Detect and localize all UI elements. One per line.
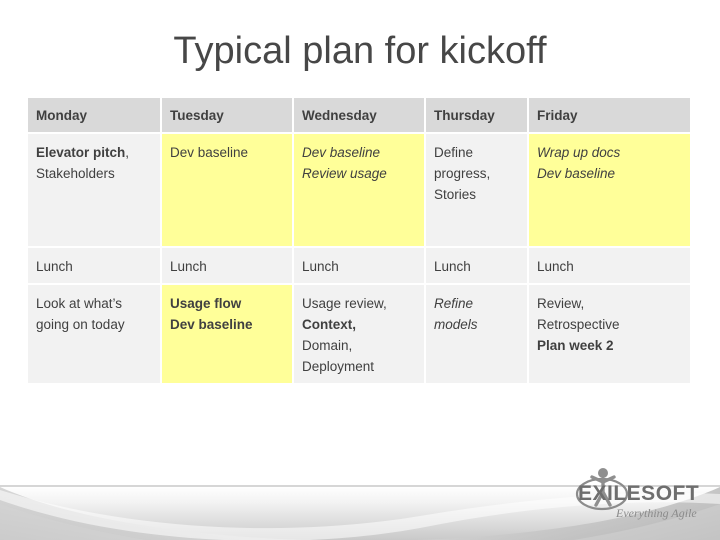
exilesoft-logo: EXILESOFT Everything Agile xyxy=(568,464,708,526)
cell-text: Dev baseline xyxy=(302,145,381,160)
weekly-plan-table: Monday Tuesday Wednesday Thursday Friday… xyxy=(26,96,692,385)
cell-text: Lunch xyxy=(434,259,471,274)
table-cell: Review, Retrospective Plan week 2 xyxy=(529,285,690,383)
cell-text: Wrap up docs xyxy=(537,145,621,160)
cell-line: Look at what’s going on today xyxy=(36,293,154,335)
cell-text: Usage flow xyxy=(170,296,242,311)
table-cell: Lunch xyxy=(162,248,292,283)
table-cell: Look at what’s going on today xyxy=(28,285,160,383)
cell-line: Refine xyxy=(434,293,521,314)
cell-line: Lunch xyxy=(36,256,154,277)
cell-text: Dev baseline xyxy=(170,145,249,160)
cell-line: Dev baseline xyxy=(537,163,684,184)
cell-text: Elevator pitch xyxy=(36,145,126,160)
cell-line: Retrospective xyxy=(537,314,684,335)
table-cell: Lunch xyxy=(426,248,527,283)
table-cell: Lunch xyxy=(28,248,160,283)
table-cell: Wrap up docs Dev baseline xyxy=(529,134,690,246)
cell-text: , xyxy=(125,145,130,160)
table-cell: Define progress, Stories xyxy=(426,134,527,246)
cell-line: models xyxy=(434,314,521,335)
cell-text: Refine xyxy=(434,296,474,311)
table-body: Elevator pitch, Stakeholders Dev baseline D… xyxy=(28,134,690,383)
table-cell: Lunch xyxy=(294,248,424,283)
cell-line: Lunch xyxy=(170,256,286,277)
cell-line: Stories xyxy=(434,184,521,205)
table-row: Elevator pitch, Stakeholders Dev baseline D… xyxy=(28,134,690,246)
cell-line: Lunch xyxy=(537,256,684,277)
table-cell: Lunch xyxy=(529,248,690,283)
cell-text: Look at what’s going on today xyxy=(36,296,125,332)
column-header-wednesday: Wednesday xyxy=(294,98,424,132)
table-cell: Usage review, Context, Domain, Deployment xyxy=(294,285,424,383)
table-cell: Refine models xyxy=(426,285,527,383)
cell-text: Stories xyxy=(434,187,477,202)
column-header-thursday: Thursday xyxy=(426,98,527,132)
logo-tagline: Everything Agile xyxy=(615,506,697,520)
cell-line: Context, xyxy=(302,314,418,335)
cell-line: Stakeholders xyxy=(36,163,154,184)
cell-text: Plan week 2 xyxy=(537,338,614,353)
table-cell: Elevator pitch, Stakeholders xyxy=(28,134,160,246)
cell-line: Usage review, xyxy=(302,293,418,314)
cell-line: Wrap up docs xyxy=(537,142,684,163)
cell-text: Lunch xyxy=(302,259,339,274)
cell-line: Review usage xyxy=(302,163,418,184)
cell-text: Define progress, xyxy=(434,145,491,181)
cell-line: Lunch xyxy=(434,256,521,277)
cell-text: Stakeholders xyxy=(36,166,115,181)
table-cell: Dev baseline Review usage xyxy=(294,134,424,246)
cell-text: Dev baseline xyxy=(537,166,616,181)
cell-text: Review, xyxy=(537,296,585,311)
cell-text: models xyxy=(434,317,478,332)
cell-line: Define progress, xyxy=(434,142,521,184)
cell-text: Lunch xyxy=(537,259,574,274)
table-row: Lunch Lunch Lunch Lunch Lunch xyxy=(28,248,690,283)
cell-line: Usage flow xyxy=(170,293,286,314)
cell-text: Deployment xyxy=(302,359,375,374)
cell-text: Dev baseline xyxy=(170,317,253,332)
column-header-friday: Friday xyxy=(529,98,690,132)
column-header-monday: Monday xyxy=(28,98,160,132)
cell-line: Dev baseline xyxy=(302,142,418,163)
cell-text: Lunch xyxy=(36,259,73,274)
cell-text: Retrospective xyxy=(537,317,620,332)
cell-text: Usage review, xyxy=(302,296,387,311)
cell-line: Elevator pitch, xyxy=(36,142,154,163)
cell-line: Lunch xyxy=(302,256,418,277)
cell-line: Deployment xyxy=(302,356,418,377)
cell-line: Dev baseline xyxy=(170,314,286,335)
cell-text: Domain, xyxy=(302,338,353,353)
cell-line: Dev baseline xyxy=(170,142,286,163)
table-cell: Dev baseline xyxy=(162,134,292,246)
cell-text: Context, xyxy=(302,317,356,332)
cell-line: Plan week 2 xyxy=(537,335,684,356)
logo-wordmark: EXILESOFT xyxy=(578,482,699,505)
table-cell: Usage flow Dev baseline xyxy=(162,285,292,383)
cell-text: Review usage xyxy=(302,166,387,181)
table-row: Look at what’s going on today Usage flow D… xyxy=(28,285,690,383)
cell-line: Review, xyxy=(537,293,684,314)
cell-text: Lunch xyxy=(170,259,207,274)
table-header-row: Monday Tuesday Wednesday Thursday Friday xyxy=(28,98,690,132)
column-header-tuesday: Tuesday xyxy=(162,98,292,132)
cell-line: Domain, xyxy=(302,335,418,356)
page-title: Typical plan for kickoff xyxy=(173,30,547,72)
